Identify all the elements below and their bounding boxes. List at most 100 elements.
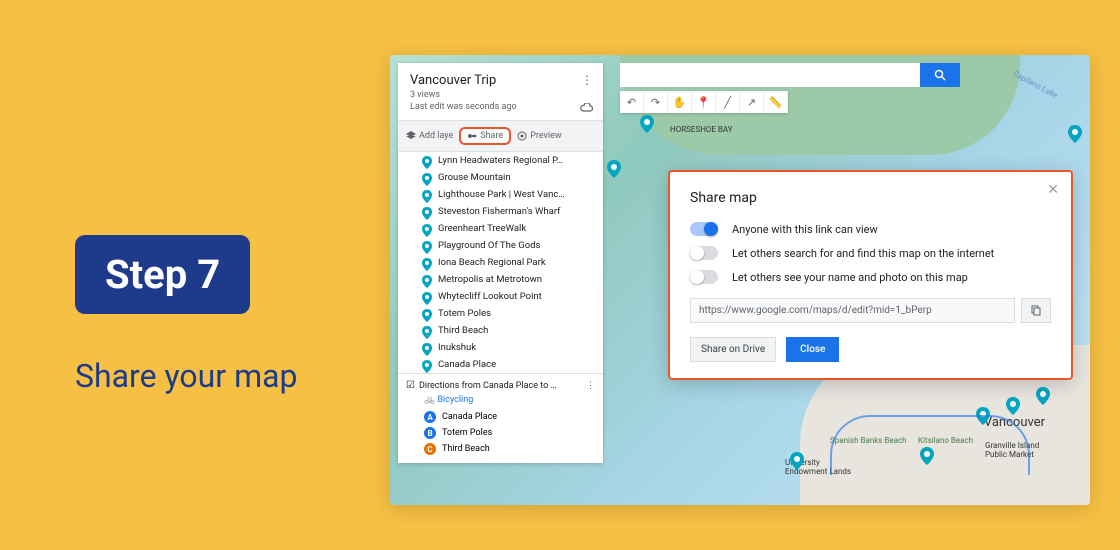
place-label: Canada Place <box>438 359 496 370</box>
more-icon[interactable]: ⋮ <box>586 381 595 391</box>
place-item[interactable]: Metropolis at Metrotown <box>398 271 603 288</box>
hand-tool[interactable]: ✋ <box>668 91 692 113</box>
place-label: Third Beach <box>438 325 488 336</box>
map-pin-icon[interactable] <box>607 160 621 178</box>
place-item[interactable]: Steveston Fisherman's Wharf <box>398 203 603 220</box>
instruction-panel: Step 7 Share your map <box>75 235 298 398</box>
pin-icon <box>422 326 432 336</box>
place-item[interactable]: Whytecliff Lookout Point <box>398 288 603 305</box>
search-icon <box>934 69 946 81</box>
line-tool[interactable]: ╱ <box>716 91 740 113</box>
copy-icon <box>1030 305 1042 317</box>
search-bar <box>620 63 960 87</box>
directions-layer: ☑ Directions from Canada Place to … ⋮ 🚲 … <box>398 373 603 463</box>
map-toolbar: ↶ ↷ ✋ 📍 ╱ ↗ 📏 <box>620 91 788 113</box>
stop-label: Canada Place <box>442 412 497 422</box>
redo-button[interactable]: ↷ <box>644 91 668 113</box>
cloud-icon[interactable] <box>579 103 593 116</box>
map-pin-icon[interactable] <box>1036 387 1050 405</box>
pin-icon <box>422 258 432 268</box>
travel-mode[interactable]: 🚲 Bicycling <box>406 391 595 409</box>
places-list: Lynn Headwaters Regional P… Grouse Mounta… <box>398 152 603 373</box>
place-label: Lynn Headwaters Regional P… <box>438 155 563 166</box>
place-label: Iona Beach Regional Park <box>438 257 546 268</box>
route-line <box>830 415 1030 475</box>
pin-icon <box>422 309 432 319</box>
place-item[interactable]: Playground Of The Gods <box>398 237 603 254</box>
marker-tool[interactable]: 📍 <box>692 91 716 113</box>
share-option-name[interactable]: Let others see your name and photo on th… <box>690 270 1051 284</box>
share-option-link[interactable]: Anyone with this link can view <box>690 222 1051 236</box>
share-dialog: ✕ Share map Anyone with this link can vi… <box>668 170 1073 380</box>
undo-button[interactable]: ↶ <box>620 91 644 113</box>
directions-tool[interactable]: ↗ <box>740 91 764 113</box>
app-screenshot: HORSESHOE BAY Capilano Lake Vancouver Sp… <box>390 55 1090 505</box>
views-count: 3 views <box>410 90 591 100</box>
share-url-input[interactable] <box>690 298 1015 323</box>
dialog-title: Share map <box>690 190 1051 206</box>
pin-icon <box>422 190 432 200</box>
add-layer-button[interactable]: Add laye <box>402 127 457 145</box>
place-item[interactable]: Lynn Headwaters Regional P… <box>398 152 603 169</box>
place-item[interactable]: Totem Poles <box>398 305 603 322</box>
stop-letter-icon: B <box>424 427 436 439</box>
stop-label: Totem Poles <box>442 428 492 438</box>
share-option-search[interactable]: Let others search for and find this map … <box>690 246 1051 260</box>
pin-icon <box>422 360 432 370</box>
map-pin-icon[interactable] <box>640 115 654 133</box>
pin-icon <box>422 343 432 353</box>
close-button[interactable]: Close <box>786 337 839 362</box>
place-item[interactable]: Iona Beach Regional Park <box>398 254 603 271</box>
pin-icon <box>422 207 432 217</box>
place-item[interactable]: Greenheart TreeWalk <box>398 220 603 237</box>
place-label: Steveston Fisherman's Wharf <box>438 206 560 217</box>
direction-stop[interactable]: C Third Beach <box>406 441 595 457</box>
pin-icon <box>422 241 432 251</box>
map-pin-icon[interactable] <box>1068 125 1082 143</box>
last-edit: Last edit was seconds ago <box>410 102 591 112</box>
directions-title[interactable]: ☑ Directions from Canada Place to … ⋮ <box>406 380 595 391</box>
toggle-name[interactable] <box>690 270 718 284</box>
place-label: Inukshuk <box>438 342 476 353</box>
measure-tool[interactable]: 📏 <box>764 91 788 113</box>
pin-icon <box>422 275 432 285</box>
map-label: HORSESHOE BAY <box>670 125 733 134</box>
copy-button[interactable] <box>1021 298 1051 323</box>
place-label: Metropolis at Metrotown <box>438 274 542 285</box>
sidebar-toolbar: Add laye Share Preview <box>398 120 603 152</box>
share-button[interactable]: Share <box>459 127 511 145</box>
place-item[interactable]: Lighthouse Park | West Vanc… <box>398 186 603 203</box>
stop-label: Third Beach <box>442 444 490 454</box>
pin-icon <box>422 224 432 234</box>
place-item[interactable]: Inukshuk <box>398 339 603 356</box>
map-pin-icon[interactable] <box>1006 397 1020 415</box>
direction-stop[interactable]: B Totem Poles <box>406 425 595 441</box>
map-pin-icon[interactable] <box>790 452 804 470</box>
pin-icon <box>422 156 432 166</box>
place-label: Grouse Mountain <box>438 172 511 183</box>
search-button[interactable] <box>920 63 960 87</box>
more-menu-icon[interactable]: ⋮ <box>581 73 593 87</box>
toggle-link-view[interactable] <box>690 222 718 236</box>
stop-letter-icon: A <box>424 411 436 423</box>
direction-stop[interactable]: A Canada Place <box>406 409 595 425</box>
place-item[interactable]: Canada Place <box>398 356 603 373</box>
step-caption: Share your map <box>75 356 298 398</box>
map-sidebar: Vancouver Trip 3 views Last edit was sec… <box>398 63 603 463</box>
close-icon[interactable]: ✕ <box>1047 182 1059 198</box>
search-input[interactable] <box>620 63 920 87</box>
preview-button[interactable]: Preview <box>513 127 565 145</box>
share-drive-button[interactable]: Share on Drive <box>690 337 776 362</box>
place-item[interactable]: Grouse Mountain <box>398 169 603 186</box>
place-label: Totem Poles <box>438 308 491 319</box>
place-label: Playground Of The Gods <box>438 240 540 251</box>
step-badge: Step 7 <box>75 235 250 314</box>
stop-letter-icon: C <box>424 443 436 455</box>
toggle-search[interactable] <box>690 246 718 260</box>
pin-icon <box>422 173 432 183</box>
place-item[interactable]: Third Beach <box>398 322 603 339</box>
map-title[interactable]: Vancouver Trip <box>410 73 591 88</box>
place-label: Whytecliff Lookout Point <box>438 291 542 302</box>
pin-icon <box>422 292 432 302</box>
place-label: Lighthouse Park | West Vanc… <box>438 189 565 200</box>
